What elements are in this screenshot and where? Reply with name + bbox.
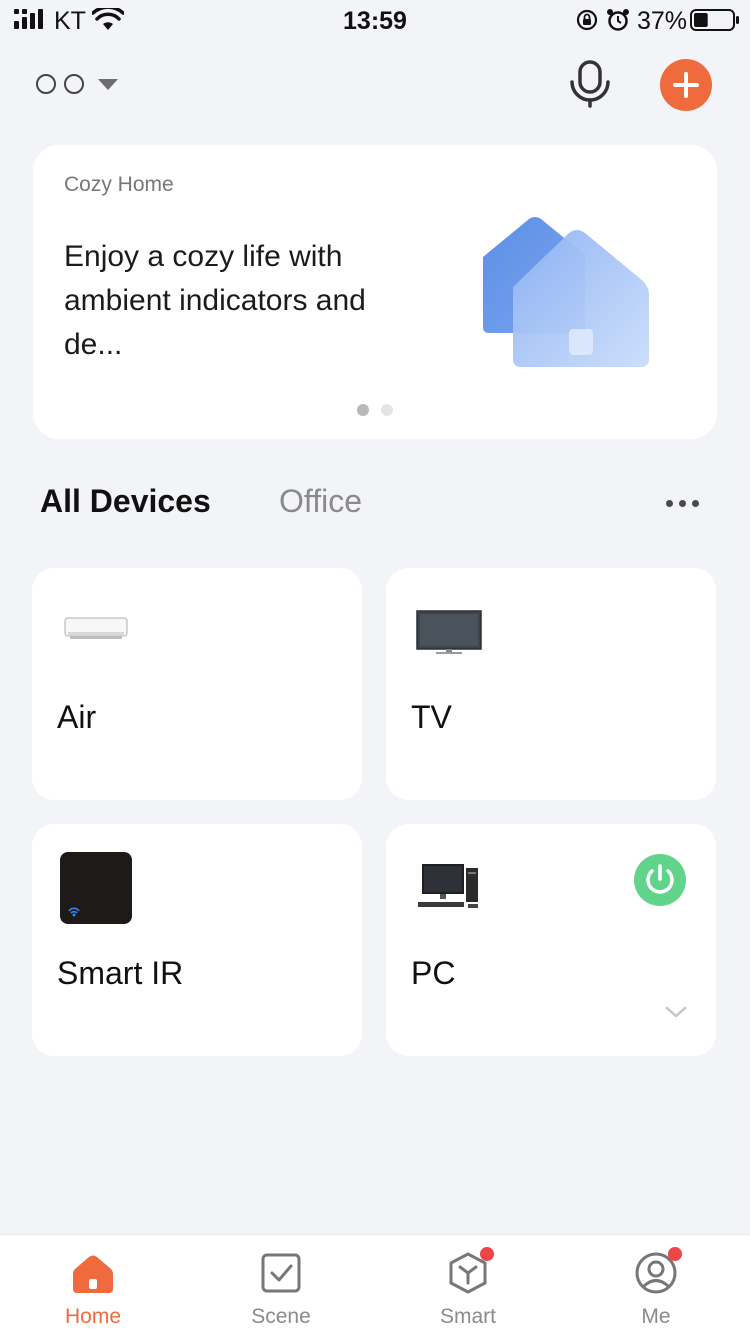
more-dots-icon[interactable]: [666, 496, 706, 510]
battery-percent: 37%: [637, 7, 688, 35]
pc-icon: [418, 864, 478, 908]
add-device-button[interactable]: [660, 59, 712, 111]
pager-dot: [381, 404, 393, 416]
device-card-tv[interactable]: TV: [386, 568, 716, 800]
power-toggle-button[interactable]: [634, 854, 686, 906]
device-name: TV: [411, 699, 452, 735]
tab-all-devices[interactable]: All Devices: [40, 483, 211, 520]
home-name-dot: [64, 74, 84, 94]
dot: [666, 499, 673, 507]
tab-smart[interactable]: Smart: [413, 1247, 523, 1329]
alarm-icon: [607, 9, 629, 31]
tab-label: Me: [641, 1305, 671, 1328]
banner-title: Enjoy a cozy life with ambient indicator…: [64, 240, 366, 361]
tab-label: Home: [64, 1305, 122, 1328]
tab-scene[interactable]: Scene: [226, 1251, 336, 1329]
tab-home[interactable]: Home: [38, 1251, 148, 1329]
device-card-air[interactable]: Air: [32, 568, 362, 800]
scene-checkbox-icon: [261, 1253, 301, 1293]
chevron-down-icon: [98, 78, 118, 90]
banner-subtitle: Cozy Home: [64, 173, 174, 196]
device-name: PC: [411, 955, 456, 991]
home-selector[interactable]: [36, 72, 118, 96]
tv-icon: [416, 610, 482, 654]
battery-icon: [690, 9, 739, 31]
tab-me[interactable]: Me: [601, 1247, 711, 1329]
dot: [679, 499, 686, 507]
promo-banner[interactable]: Cozy Home Enjoy a cozy life with ambient…: [33, 145, 717, 439]
home-name-dot: [36, 74, 56, 94]
house-illustration-icon: [483, 217, 649, 367]
device-name: Air: [57, 699, 97, 735]
bottom-tab-bar: Home Scene Smart Me: [0, 1234, 750, 1334]
notification-badge: [668, 1247, 682, 1261]
dot: [692, 499, 699, 507]
status-bar: KT 13:59 37%: [0, 0, 750, 40]
device-card-pc[interactable]: PC: [386, 824, 716, 1056]
smart-ir-hub-icon: [60, 852, 132, 924]
device-card-smart-ir[interactable]: Smart IR: [32, 824, 362, 1056]
power-icon: [646, 864, 674, 894]
air-conditioner-icon: [64, 617, 128, 639]
notification-badge: [480, 1247, 494, 1261]
chevron-down-icon[interactable]: [664, 1004, 688, 1020]
tab-office[interactable]: Office: [279, 483, 362, 520]
banner-pager: [33, 404, 717, 416]
home-icon: [73, 1255, 113, 1293]
microphone-icon[interactable]: [569, 60, 611, 108]
device-name: Smart IR: [57, 955, 184, 991]
tab-label: Scene: [251, 1305, 311, 1328]
rotation-lock-icon: [576, 9, 598, 31]
tab-label: Smart: [439, 1305, 496, 1328]
pager-dot-active: [357, 404, 369, 416]
